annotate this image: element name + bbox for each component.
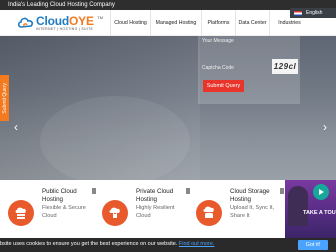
logo-subtext: INTERNET | HOSTING | SUITE [36,27,94,31]
site-header: CloudOYE TM INTERNET | HOSTING | SUITE C… [0,10,336,36]
slider-prev-arrow-icon[interactable]: ‹ [12,120,20,134]
card-title: Cloud Storage Hosting [230,188,270,203]
submit-query-button[interactable]: Submit Query [203,80,244,92]
cookie-got-it-button[interactable]: Got it! [298,240,328,250]
nav-platforms[interactable]: Platforms [201,10,235,36]
main-nav: Cloud Hosting Managed Hosting Platforms … [110,10,309,36]
card-description: Upload It, Sync It, Share It [230,205,275,219]
cookie-text: bsite uses cookies to ensure you get the… [0,241,214,247]
video-tour-widget[interactable]: TAKE A TOU [285,180,336,238]
nav-cloud-hosting[interactable]: Cloud Hosting [110,10,150,36]
top-bar: India's Leading Cloud Hosting Company [0,0,336,10]
video-label: TAKE A TOU [303,210,336,216]
nav-managed-hosting[interactable]: Managed Hosting [150,10,201,36]
submit-query-side-tab[interactable]: Submit Query [0,75,9,121]
logo-trademark: TM [97,15,103,20]
play-icon[interactable] [313,184,329,200]
captcha-input[interactable]: Captcha Code [202,65,234,71]
slider-next-arrow-icon[interactable]: › [321,120,329,134]
logo-word-cloud: Cloud [36,14,69,28]
cloud-logo-icon [18,17,34,28]
card-marker [186,188,190,194]
cloud-server-icon [8,200,34,226]
private-cloud-icon [102,200,128,226]
presenter-image [288,186,308,226]
card-title: Public Cloud Hosting [42,188,77,203]
logo-wordmark: CloudOYE [36,15,94,27]
cloudoye-logo[interactable]: CloudOYE TM INTERNET | HOSTING | SUITE [18,14,103,34]
logo-word-oye: OYE [69,14,94,28]
card-marker [92,188,96,194]
cloud-storage-icon [196,200,222,226]
cookie-message: bsite uses cookies to ensure you get the… [0,241,178,247]
card-marker [280,188,284,194]
cookie-banner: bsite uses cookies to ensure you get the… [0,238,336,252]
card-cloud-storage[interactable]: Cloud Storage Hosting Upload It, Sync It… [196,188,284,238]
hero-glow [40,96,190,180]
card-public-cloud[interactable]: Public Cloud Hosting Flexible & Secure C… [8,188,96,238]
language-label: English [306,10,323,16]
nav-data-center[interactable]: Data Center [235,10,269,36]
card-title: Private Cloud Hosting [136,188,174,203]
message-textarea[interactable]: Your Message [202,38,234,44]
card-description: Highly Resilient Cloud [136,205,175,219]
tagline: India's Leading Cloud Hosting Company [8,2,115,8]
uk-flag-icon [294,10,302,16]
cookie-find-out-more-link[interactable]: Find out more. [179,241,214,247]
captcha-image: 129cl [272,59,298,74]
language-selector[interactable]: English [290,8,336,18]
side-tab-label: Submit Query [1,82,8,114]
card-description: Flexible & Secure Cloud [42,205,86,219]
card-private-cloud[interactable]: Private Cloud Hosting Highly Resilient C… [102,188,190,238]
